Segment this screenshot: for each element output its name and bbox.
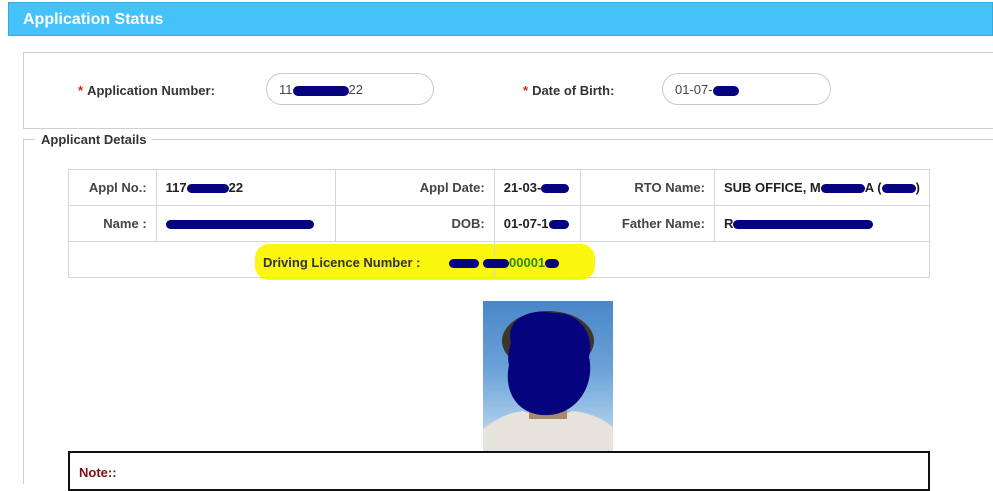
driving-licence-label: Driving Licence Number : (263, 255, 421, 270)
table-row: Name : DOB: 01-07-1 Father Name: R (68, 205, 931, 242)
driving-licence-value: 00001 (449, 255, 560, 270)
required-asterisk: * (523, 83, 529, 98)
appl-date-label: Appl Date: (335, 169, 495, 206)
father-name-label: Father Name: (580, 205, 715, 242)
applicant-details-legend: Applicant Details (35, 132, 153, 147)
table-row: Appl No.: 117 22 Appl Date: 21-03- RTO Na… (68, 169, 931, 206)
father-name-value: R (713, 205, 931, 242)
rto-name-label: RTO Name: (580, 169, 715, 206)
page-title: Application Status (23, 11, 164, 28)
redaction-mark (820, 184, 865, 194)
date-of-birth-input[interactable]: 01-07- (662, 73, 831, 105)
applicant-photo (483, 301, 613, 451)
note-label: Note:: (79, 465, 117, 480)
application-number-label: * Application Number: (78, 83, 215, 98)
name-value (155, 205, 337, 242)
date-of-birth-label: * Date of Birth: (523, 83, 615, 98)
name-label: Name : (68, 205, 157, 242)
required-asterisk: * (78, 83, 84, 98)
rto-name-value: SUB OFFICE, MA () (713, 169, 931, 206)
appl-no-value: 117 22 (155, 169, 337, 206)
face-redaction-shape (507, 311, 591, 416)
redaction-mark (483, 259, 509, 269)
redaction-mark (449, 259, 479, 269)
appl-date-value: 21-03- (493, 169, 582, 206)
redaction-mark (541, 184, 570, 194)
redaction-mark (881, 184, 916, 194)
note-box: Note:: (68, 451, 930, 491)
driving-licence-value-cell (493, 241, 931, 278)
redaction-mark (186, 184, 229, 194)
redaction-mark (548, 220, 569, 230)
appl-no-label: Appl No.: (68, 169, 157, 206)
redaction-mark (292, 85, 349, 96)
dob-label: DOB: (335, 205, 495, 242)
page-header: Application Status (8, 2, 993, 36)
redaction-mark (165, 220, 314, 230)
application-number-input[interactable]: 11 22 (266, 73, 434, 105)
redaction-mark (733, 220, 874, 230)
photo-illustration (483, 311, 613, 451)
redaction-mark (545, 259, 560, 269)
dob-value: 01-07-1 (493, 205, 582, 242)
redaction-mark (712, 85, 739, 96)
